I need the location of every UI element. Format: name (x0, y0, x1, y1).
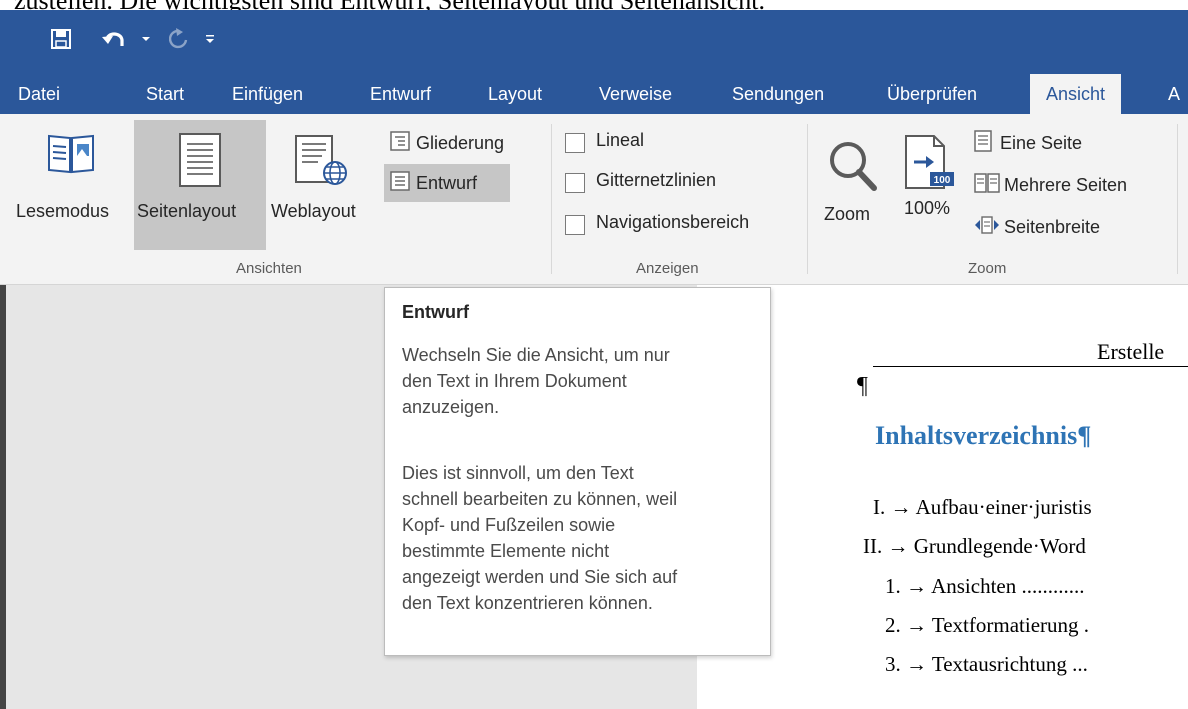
entwurf-label: Entwurf (416, 172, 478, 193)
redo-icon[interactable] (166, 24, 192, 54)
save-icon[interactable] (44, 24, 78, 54)
mehrere-seiten-button[interactable]: Mehrere Seiten (974, 170, 1127, 200)
zoom-button[interactable]: Zoom (816, 120, 896, 250)
ribbon: Lesemodus Seitenlayout Weblayout Glieder… (0, 114, 1188, 285)
tooltip-line: angezeigt werden und Sie sich auf (402, 567, 678, 587)
eine-seite-label: Eine Seite (1000, 132, 1083, 153)
zoom-100-label: 100% (904, 198, 951, 218)
tooltip-line: Kopf- und Fußzeilen sowie (402, 515, 616, 535)
header-text: Erstelle (1097, 339, 1165, 364)
page-100-icon: 100 (904, 134, 954, 195)
lineal-label: Lineal (596, 130, 645, 150)
window-edge (0, 285, 6, 709)
seitenlayout-button[interactable]: Seitenlayout (134, 120, 266, 250)
percent-badge: 100 (934, 175, 951, 186)
toc-text: Ansichten ............ (931, 574, 1085, 598)
tab-layout[interactable]: Layout (488, 74, 542, 114)
one-page-icon (974, 129, 992, 157)
lineal-checkbox[interactable] (565, 133, 585, 153)
weblayout-label: Weblayout (271, 201, 356, 221)
tooltip-line: den Text konzentrieren können. (402, 593, 653, 613)
seitenlayout-label: Seitenlayout (137, 201, 237, 221)
navigationsbereich-checkbox[interactable] (565, 215, 585, 235)
toc-number: I. (873, 495, 886, 519)
zoom-label: Zoom (824, 204, 871, 224)
tab-arrow: → (887, 534, 909, 558)
toc-text: Textformatierung . (931, 613, 1090, 637)
toc-text: Grundlegende·Word (913, 534, 1086, 558)
page-icon (178, 132, 222, 193)
group-label-anzeigen: Anzeigen (636, 260, 699, 277)
draft-icon (390, 170, 410, 196)
tab-entwurf[interactable]: Entwurf (370, 74, 431, 114)
tab-datei[interactable]: Datei (18, 74, 60, 114)
group-label-zoom: Zoom (968, 260, 1007, 277)
tab-arrow: → (906, 652, 927, 676)
lesemodus-label: Lesemodus (16, 201, 110, 221)
seitenbreite-button[interactable]: Seitenbreite (974, 212, 1100, 242)
weblayout-button[interactable]: Weblayout (268, 120, 378, 250)
toc-number: 3. (885, 652, 901, 676)
header-rule (873, 366, 1188, 367)
seitenbreite-label: Seitenbreite (1004, 216, 1101, 237)
toc-entry: II. → Grundlegende·Word (863, 534, 1086, 559)
eine-seite-button[interactable]: Eine Seite (974, 128, 1082, 158)
tooltip: Entwurf Wechseln Sie die Ansicht, um nur… (384, 287, 771, 656)
pilcrow: ¶ (857, 373, 868, 399)
tooltip-line: schnell bearbeiten zu können, weil (402, 489, 678, 509)
group-separator (1177, 124, 1178, 274)
tooltip-line: den Text in Ihrem Dokument (402, 371, 627, 391)
outline-icon (390, 130, 410, 156)
undo-icon[interactable] (98, 24, 130, 54)
undo-dropdown-icon[interactable] (138, 24, 154, 54)
mehrere-seiten-label: Mehrere Seiten (1004, 174, 1128, 195)
tab-arrow: → (906, 613, 927, 637)
toc-number: II. (863, 534, 883, 558)
toc-entry: I. → Aufbau·einer·juristis (873, 495, 1092, 520)
tooltip-title: Entwurf (402, 302, 469, 322)
toc-number: 1. (885, 574, 901, 598)
toc-entry: 3. → Textausrichtung ... (885, 652, 1088, 677)
tab-ueberpruefen[interactable]: Überprüfen (887, 74, 977, 114)
tab-verweise[interactable]: Verweise (599, 74, 672, 114)
tab-ansicht[interactable]: Ansicht (1030, 74, 1122, 114)
lesemodus-button[interactable]: Lesemodus (10, 120, 132, 250)
tooltip-line: Wechseln Sie die Ansicht, um nur (402, 345, 670, 365)
toc-text: Aufbau·einer·juristis (915, 495, 1092, 519)
tooltip-paragraph: Wechseln Sie die Ansicht, um nur den Tex… (402, 342, 670, 420)
tooltip-line: Dies ist sinnvoll, um den Text (402, 463, 634, 483)
tab-next[interactable]: A (1168, 74, 1180, 114)
magnifier-icon (826, 138, 880, 197)
tooltip-line: anzuzeigen. (402, 397, 500, 417)
tooltip-paragraph: Dies ist sinnvoll, um den Text schnell b… (402, 460, 677, 616)
web-page-icon (294, 134, 350, 193)
tab-arrow: → (906, 574, 927, 598)
title-bar (0, 10, 1188, 74)
tab-sendungen[interactable]: Sendungen (732, 74, 824, 114)
toc-text: Textausrichtung ... (931, 652, 1088, 676)
toc-entry: 2. → Textformatierung . (885, 613, 1089, 638)
toc-heading: Inhaltsverzeichnis¶ (875, 421, 1092, 450)
gitternetzlinien-label: Gitternetzlinien (596, 170, 717, 190)
group-separator (807, 124, 808, 274)
tooltip-line: bestimmte Elemente nicht (402, 541, 610, 561)
gitternetzlinien-checkbox[interactable] (565, 173, 585, 193)
book-icon (46, 132, 96, 181)
group-separator (551, 124, 552, 274)
group-label-ansichten: Ansichten (236, 260, 302, 277)
ribbon-tabs: Datei Start Einfügen Entwurf Layout Verw… (0, 74, 1188, 114)
page-width-icon (974, 215, 1000, 240)
customize-qat-icon[interactable] (200, 24, 220, 54)
navigationsbereich-label: Navigationsbereich (596, 212, 750, 232)
gliederung-label: Gliederung (416, 132, 505, 153)
toc-entry: 1. → Ansichten ............ (885, 574, 1085, 599)
zoom-100-button[interactable]: 100 100% (898, 120, 964, 250)
gliederung-button[interactable]: Gliederung (384, 128, 510, 158)
tab-arrow: → (890, 495, 912, 519)
multiple-pages-icon (974, 172, 1000, 199)
tab-start[interactable]: Start (146, 74, 184, 114)
entwurf-button[interactable]: Entwurf (384, 164, 510, 202)
tab-einfuegen[interactable]: Einfügen (232, 74, 303, 114)
toc-number: 2. (885, 613, 901, 637)
